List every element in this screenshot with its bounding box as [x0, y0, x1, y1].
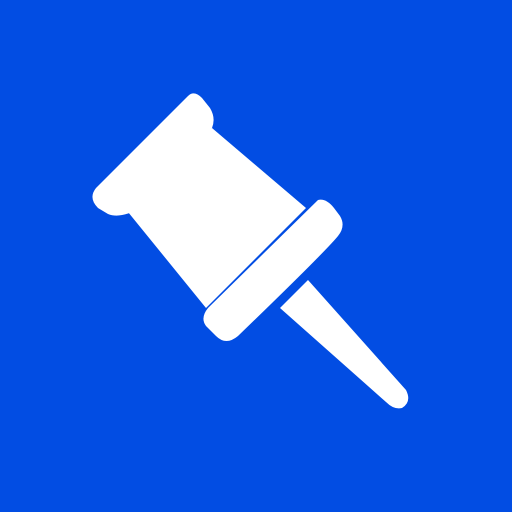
pushpin-app-icon[interactable]	[0, 0, 512, 512]
pushpin-icon-canvas	[0, 0, 512, 512]
